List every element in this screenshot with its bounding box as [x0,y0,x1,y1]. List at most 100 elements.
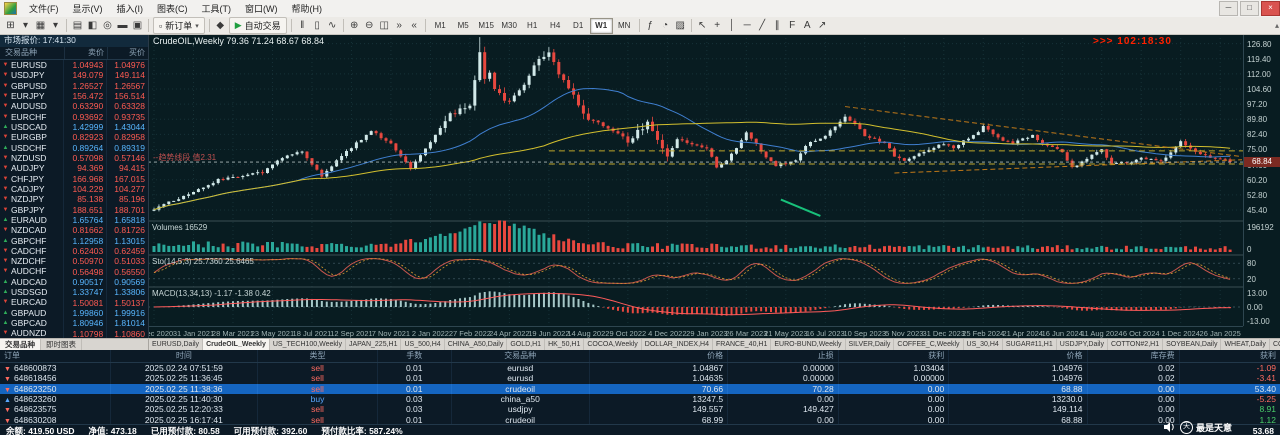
horizontal-line-icon[interactable]: ─ [740,18,755,33]
timeframe-m15-button[interactable]: M15 [475,18,498,34]
order-row[interactable]: ▼6486232502025.02.25 11:38:36sell0.01cru… [0,384,1280,394]
timeframe-m30-button[interactable]: M30 [498,18,521,34]
market-watch-row[interactable]: ▼AUDCHF0.564980.56550 [0,267,148,277]
terminal-column-2[interactable]: 类型 [257,350,377,362]
timeframe-d1-button[interactable]: D1 [567,18,590,34]
terminal-column-4[interactable]: 交易品种 [451,350,589,362]
market-watch-row[interactable]: ▼EURCHF0.936920.93735 [0,112,148,122]
profiles-caret-icon[interactable]: ▾ [48,18,63,33]
new-chart-icon[interactable]: ⊞ [3,18,18,33]
profiles-icon[interactable]: ▦ [33,18,48,33]
order-row[interactable]: ▼6486008732025.02.24 07:51:59sell0.01eur… [0,363,1280,373]
timeframe-m1-button[interactable]: M1 [429,18,452,34]
menu-item-window[interactable]: 窗口(W) [238,1,285,16]
close-button[interactable]: × [1261,1,1280,16]
market-watch-row[interactable]: ▲USDSGD1.337471.33806 [0,287,148,297]
menu-item-view[interactable]: 显示(V) [66,1,110,16]
timeframe-h4-button[interactable]: H4 [544,18,567,34]
timeframe-mn-button[interactable]: MN [613,18,636,34]
market-watch-row[interactable]: ▲GBPAUD1.998601.99916 [0,308,148,318]
tile-windows-icon[interactable]: ◫ [377,18,392,33]
timeframe-h1-button[interactable]: H1 [521,18,544,34]
terminal-column-3[interactable]: 手数 [377,350,451,362]
zoom-in-icon[interactable]: ⊕ [347,18,362,33]
market-watch-row[interactable]: ▼GBPJPY188.651188.701 [0,205,148,215]
crosshair-icon[interactable]: + [710,18,725,33]
market-watch-row[interactable]: ▲EURAUD1.657641.65818 [0,215,148,225]
candlestick-chart-icon[interactable]: ▯ [310,18,325,33]
market-watch-row[interactable]: ▼EURJPY156.472156.514 [0,91,148,101]
market-watch-row[interactable]: ▲USDCAD1.429991.43044 [0,122,148,132]
line-chart-icon[interactable]: ∿ [325,18,340,33]
market-watch-row[interactable]: ▼EURCAD1.500811.50137 [0,298,148,308]
market-watch-row[interactable]: ▲AUDCAD0.905170.90569 [0,277,148,287]
market-watch-column-1[interactable]: 卖价 [64,47,107,59]
market-watch-row[interactable]: ▲GBPCHF1.129581.13015 [0,236,148,246]
menu-item-help[interactable]: 帮助(H) [285,1,330,16]
curs​or-icon[interactable]: ↖ [695,18,710,33]
terminal-column-10[interactable]: 获利 [1179,350,1280,362]
terminal-column-9[interactable]: 库存费 [1087,350,1179,362]
terminal-column-0[interactable]: 订单 [0,350,110,362]
periods-icon[interactable]: ◔ [658,18,673,33]
market-watch-column-2[interactable]: 买价 [107,47,148,59]
auto-trading-button[interactable]: ▶自动交易 [229,17,287,34]
metaeditor-icon[interactable]: ◆ [213,18,228,33]
market-watch-row[interactable]: ▲GBPCAD1.809461.81014 [0,318,148,328]
indicators-icon[interactable]: ƒ [643,18,658,33]
market-watch-row[interactable]: ▼EURUSD1.049431.04976 [0,60,148,70]
order-row[interactable]: ▼6486235752025.02.25 12:20:33sell0.03usd… [0,404,1280,414]
market-watch-row[interactable]: ▼AUDJPY94.36994.415 [0,163,148,173]
market-watch-row[interactable]: ▲USDCHF0.892640.89319 [0,143,148,153]
trendline-icon[interactable]: ╱ [755,18,770,33]
menu-item-tools[interactable]: 工具(T) [195,1,239,16]
terminal-column-6[interactable]: 止损 [727,350,838,362]
market-watch-icon[interactable]: ▤ [70,18,85,33]
terminal-column-5[interactable]: 价格 [589,350,727,362]
chart-shift-icon[interactable]: « [407,18,422,33]
market-watch-row[interactable]: ▼CHFJPY166.968167.015 [0,174,148,184]
market-watch-row[interactable]: ▼CADCHF0.624030.62459 [0,246,148,256]
toolbar-collapse-icon[interactable]: ▴ [1275,21,1279,30]
market-watch-row[interactable]: ▼AUDUSD0.632900.63328 [0,101,148,111]
market-watch-row[interactable]: ▼NZDUSD0.570980.57146 [0,153,148,163]
auto-scroll-icon[interactable]: » [392,18,407,33]
market-watch-column-0[interactable]: 交易品种 [0,47,64,59]
terminal-column-1[interactable]: 时间 [110,350,258,362]
ask-value: 1.26567 [106,81,148,91]
equidistant-channel-icon[interactable]: ∥ [770,18,785,33]
market-watch-row[interactable]: ▼NZDCHF0.509700.51033 [0,256,148,266]
new-order-button[interactable]: ▫新订单▾ [153,17,205,34]
terminal-column-8[interactable]: 价格 [948,350,1086,362]
terminal-icon[interactable]: ▬ [115,18,130,33]
market-watch-row[interactable]: ▼USDJPY149.079149.114 [0,70,148,80]
new-chart-caret-icon[interactable]: ▾ [18,18,33,33]
market-watch-row[interactable]: ▼NZDJPY85.13885.196 [0,194,148,204]
arrow-tools-icon[interactable]: ↗ [815,18,830,33]
data-window-icon[interactable]: ◧ [85,18,100,33]
market-watch-row[interactable]: ▼CADJPY104.229104.277 [0,184,148,194]
strategy-tester-icon[interactable]: ▣ [130,18,145,33]
timeframe-w1-button[interactable]: W1 [590,18,613,34]
timeframe-m5-button[interactable]: M5 [452,18,475,34]
order-row[interactable]: ▲6486232602025.02.25 11:40:30buy0.03chin… [0,394,1280,404]
menu-item-charts[interactable]: 图表(C) [150,1,195,16]
zoom-out-icon[interactable]: ⊖ [362,18,377,33]
market-watch-row[interactable]: ▼GBPUSD1.265271.26567 [0,81,148,91]
menu-item-insert[interactable]: 插入(I) [110,1,151,16]
text-label-icon[interactable]: A [800,18,815,33]
price-chart[interactable] [148,34,1243,326]
navigator-icon[interactable]: ◎ [100,18,115,33]
market-watch-row[interactable]: ▼NZDCAD0.816620.81726 [0,225,148,235]
bar-chart-icon[interactable]: ‖ [295,18,310,33]
market-watch-row[interactable]: ▼EURGBP0.829230.82958 [0,132,148,142]
fibonacci-icon[interactable]: F [785,18,800,33]
minimize-button[interactable]: ─ [1219,1,1238,16]
price-scale[interactable]: 126.80119.40112.00104.6097.2089.8082.407… [1243,34,1280,326]
maximize-button[interactable]: □ [1240,1,1259,16]
templates-icon[interactable]: ▨ [673,18,688,33]
vertical-line-icon[interactable]: │ [725,18,740,33]
menu-item-file[interactable]: 文件(F) [22,1,66,16]
order-row[interactable]: ▼6486184562025.02.25 11:36:45sell0.01eur… [0,373,1280,383]
terminal-column-7[interactable]: 获利 [838,350,949,362]
